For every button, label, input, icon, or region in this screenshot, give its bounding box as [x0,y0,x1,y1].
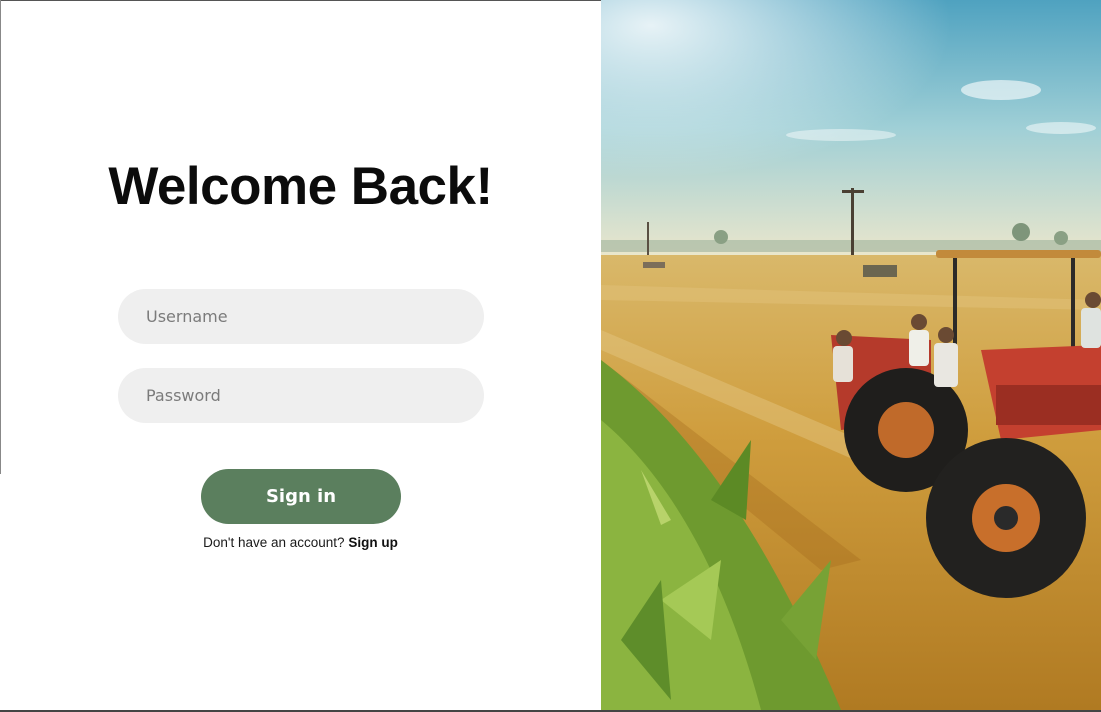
sign-up-link[interactable]: Sign up [348,535,398,550]
sign-in-button[interactable]: Sign in [201,469,401,524]
signup-prompt-text: Don't have an account? [203,535,345,550]
hero-image [601,0,1101,710]
password-input[interactable] [118,368,484,423]
page-title: Welcome Back! [108,157,493,216]
username-input[interactable] [118,289,484,344]
login-panel: Welcome Back! Sign in Don't have an acco… [0,0,601,712]
signup-prompt: Don't have an account? Sign up [0,535,601,550]
